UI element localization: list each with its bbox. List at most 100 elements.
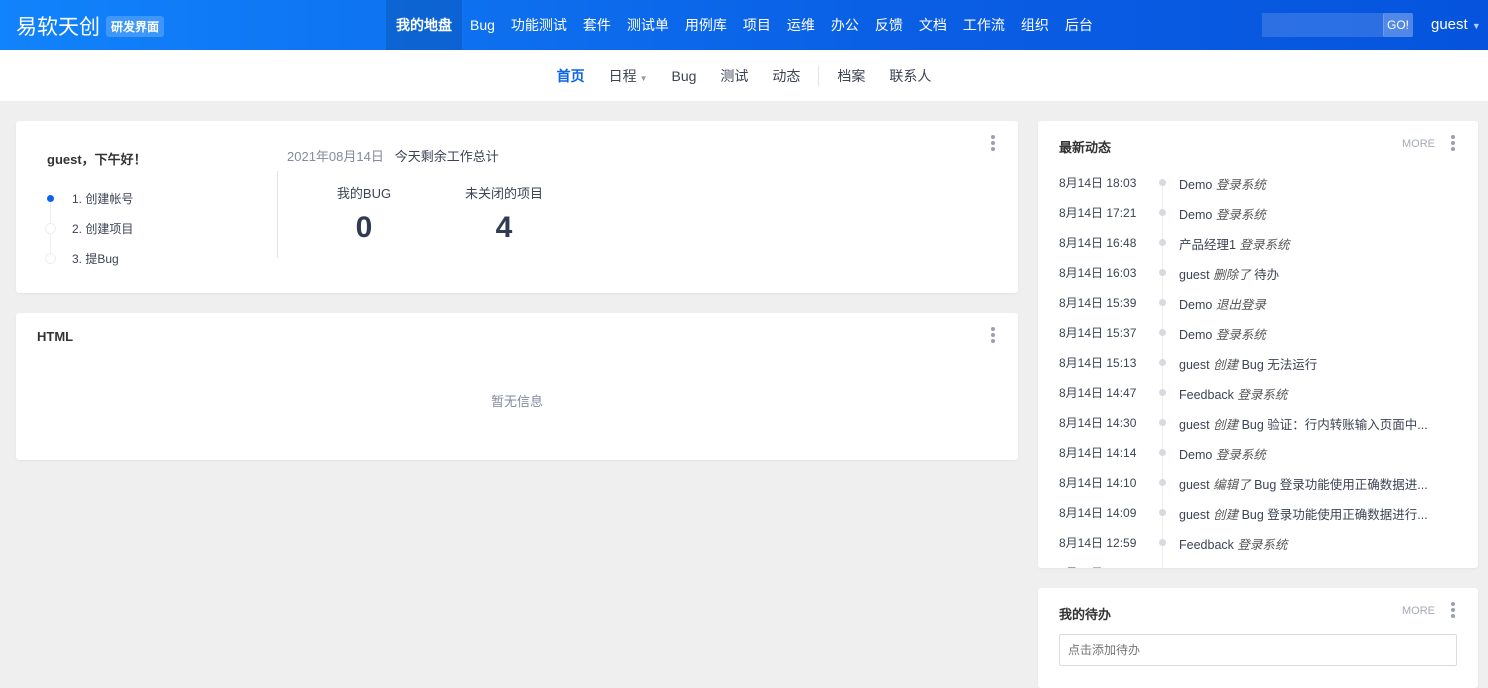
activity-object[interactable]: Bug 验证：行内转账输入页面中... [1242, 418, 1428, 432]
timeline-dot-icon [1159, 269, 1166, 276]
activity-object[interactable]: Bug 登录功能使用正确数据进... [1254, 478, 1428, 492]
more-options-icon[interactable] [991, 135, 995, 153]
nav-item[interactable]: 测试单 [619, 0, 677, 50]
activity-text: Demo 登录系统 [1179, 204, 1441, 223]
activity-time: 8月14日 14:10 [1059, 476, 1137, 490]
activity-text: Demo 登录系统 [1179, 444, 1441, 463]
activity-action: 登录系统 [1215, 178, 1266, 192]
activity-action: 删除了 [1213, 268, 1251, 282]
activity-actor: Demo [1179, 328, 1213, 342]
html-card: HTML 暂无信息 [16, 313, 1018, 460]
more-link[interactable]: MORE [1402, 605, 1435, 617]
nav-item[interactable]: 用例库 [677, 0, 735, 50]
activity-object[interactable]: 待办 [1254, 268, 1279, 282]
activity-object[interactable]: Bug 登录功能使用正确数据进行... [1242, 508, 1428, 522]
activity-text: guest 删除了 待办 [1179, 264, 1441, 283]
activity-actor: guest [1179, 508, 1210, 522]
subnav-item[interactable]: 首页 [545, 66, 597, 86]
subnav-item[interactable]: 测试 [708, 66, 760, 86]
welcome-card: guest，下午好！ 1. 创建帐号 2. 创建项目 3. 提Bug 2021年08… [16, 121, 1018, 293]
activity-text: 产品经理1 登录系统 [1179, 234, 1441, 253]
activity-object[interactable]: Bug 无法运行 [1242, 358, 1318, 372]
step-dot-icon [47, 195, 54, 202]
nav-item[interactable]: 文档 [911, 0, 955, 50]
activity-text: guest 编辑了 Bug 登录功能使用正确数据进... [1179, 474, 1441, 493]
timeline-dot-icon [1159, 209, 1166, 216]
activity-time: 8月14日 15:13 [1059, 356, 1137, 370]
card-title: 最新动态 [1059, 140, 1112, 155]
step-item[interactable]: 1. 创建帐号 [72, 190, 133, 207]
nav-item[interactable]: 运维 [779, 0, 823, 50]
stat-label: 未关闭的项目 [464, 186, 543, 201]
subnav-item[interactable]: Bug [660, 68, 709, 84]
add-todo-input[interactable] [1059, 634, 1457, 666]
caret-down-icon: ▼ [639, 73, 648, 83]
activity-actor: Feedback [1179, 538, 1234, 552]
step-item[interactable]: 3. 提Bug [72, 250, 119, 267]
nav-item[interactable]: 功能测试 [503, 0, 575, 50]
activity-time: 8月14日 14:47 [1059, 386, 1137, 400]
activity-action: 创建 [1213, 358, 1239, 372]
activity-time: 8月14日 15:39 [1059, 296, 1137, 310]
nav-item[interactable]: 组织 [1013, 0, 1057, 50]
caret-down-icon: ▼ [1471, 21, 1481, 31]
activity-card: 最新动态 MORE 8月14日 18:03 Demo 登录系统 8月14日 17:2… [1038, 121, 1478, 568]
activity-actor: guest [1179, 268, 1210, 282]
date: 2021年08月14日 [287, 149, 384, 164]
activity-actor: Demo [1179, 448, 1213, 462]
activity-action: 退出登录 [1215, 298, 1266, 312]
stat-value[interactable]: 4 [424, 211, 584, 245]
activity-actor: Demo [1179, 298, 1213, 312]
activity-time: 8月14日 14:09 [1059, 506, 1137, 520]
stat-label: 我的BUG [336, 186, 392, 201]
more-options-icon[interactable] [1451, 135, 1455, 153]
activity-actor: 产品经理1 [1179, 238, 1236, 252]
activity-time: 8月14日 14:30 [1059, 416, 1137, 430]
timeline-dot-icon [1159, 449, 1166, 456]
activity-text: Feedback 登录系统 [1179, 384, 1441, 403]
user-menu[interactable]: guest ▼ [1431, 16, 1481, 33]
activity-text: guest 创建 Bug 登录功能使用正确数据进行... [1179, 504, 1441, 523]
greeting: guest，下午好！ [47, 152, 147, 167]
subnav-item[interactable]: 联系人 [877, 66, 943, 86]
timeline-dot-icon [1159, 509, 1166, 516]
nav-item[interactable]: 办公 [823, 0, 867, 50]
subnav-item[interactable]: 档案 [825, 66, 877, 86]
subnav-item[interactable]: 动态 [760, 66, 812, 86]
activity-text: Demo 登录系统 [1179, 564, 1441, 568]
activity-text: Demo 登录系统 [1179, 324, 1441, 343]
summary-label: 今天剩余工作总计 [394, 149, 499, 164]
top-header: 易软天创 研发界面 我的地盘 Bug 功能测试 套件 测试单 用例库 项目 运维 办公 反馈 文档工… [0, 0, 1488, 50]
empty-message: 暂无信息 [490, 394, 543, 409]
nav-item[interactable]: 我的地盘 [386, 0, 462, 50]
timeline-dot-icon [1159, 479, 1166, 486]
nav-item[interactable]: 套件 [575, 0, 619, 50]
step-item[interactable]: 2. 创建项目 [72, 220, 133, 237]
more-options-icon[interactable] [1451, 602, 1455, 620]
activity-time: 8月14日 14:14 [1059, 446, 1137, 460]
nav-item[interactable]: 工作流 [955, 0, 1013, 50]
more-link[interactable]: MORE [1402, 138, 1435, 150]
search-input[interactable] [1262, 13, 1384, 37]
stat-value[interactable]: 0 [284, 211, 444, 245]
activity-action: 登录系统 [1215, 208, 1266, 222]
more-options-icon[interactable] [991, 327, 995, 345]
activity-actor: Feedback [1179, 388, 1234, 402]
activity-action: 编辑了 [1213, 478, 1251, 492]
activity-text: Demo 退出登录 [1179, 294, 1441, 313]
nav-item[interactable]: 项目 [735, 0, 779, 50]
timeline-dot-icon [1159, 359, 1166, 366]
activity-time: 8月14日 12:5 [1059, 564, 1130, 568]
brand-logo[interactable]: 易软天创 [16, 11, 100, 41]
card-title: HTML [37, 329, 74, 344]
divider [277, 171, 278, 258]
search-go-button[interactable]: GO! [1383, 13, 1413, 37]
nav-item[interactable]: Bug [462, 0, 503, 50]
subnav-label: 日程 [608, 67, 637, 84]
activity-action: 登录系统 [1237, 388, 1288, 402]
nav-item[interactable]: 后台 [1057, 0, 1101, 50]
subnav-item[interactable]: 日程 ▼ [597, 66, 660, 86]
activity-action: 创建 [1213, 418, 1239, 432]
nav-item[interactable]: 反馈 [867, 0, 911, 50]
activity-text: guest 创建 Bug 无法运行 [1179, 354, 1441, 373]
